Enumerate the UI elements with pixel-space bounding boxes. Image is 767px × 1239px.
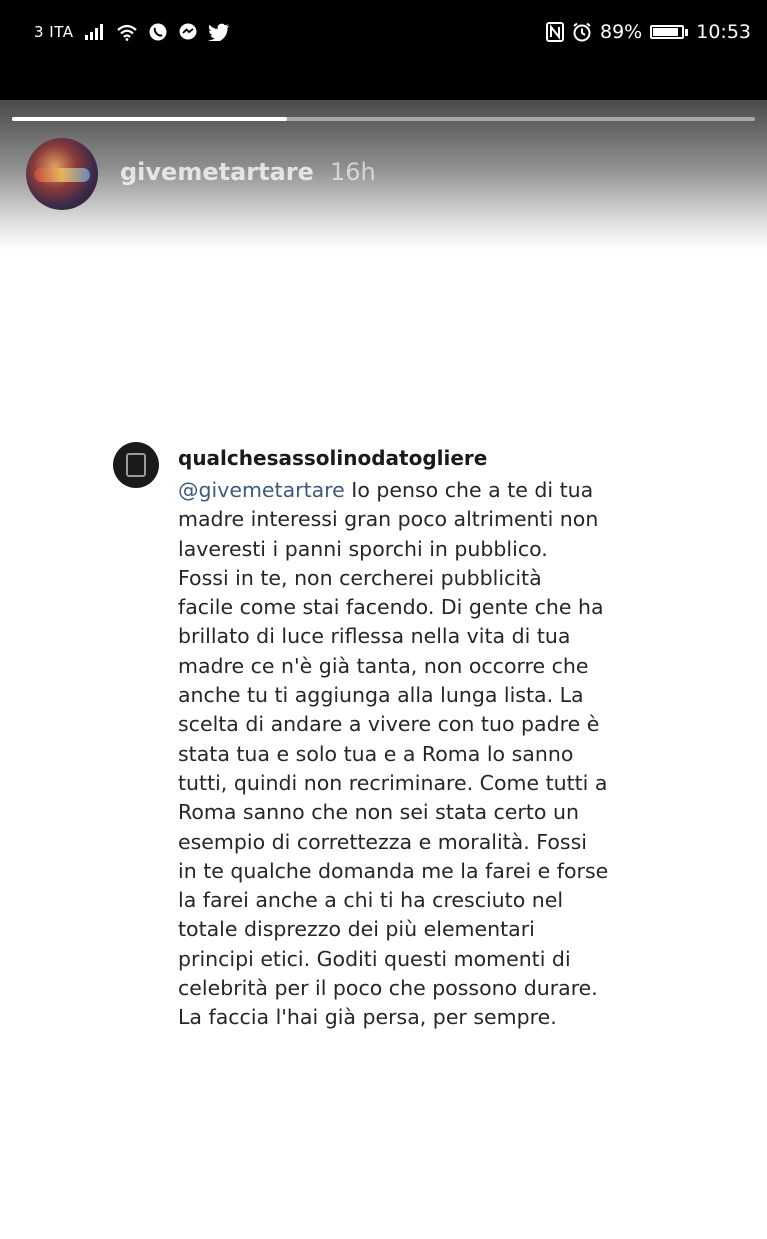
comment-line: in te qualche domanda me la farei e fors… bbox=[178, 858, 609, 883]
comment-line: celebrità per il poco che possono durare… bbox=[178, 976, 598, 1001]
status-left: 3 ITA bbox=[34, 20, 230, 44]
battery-cap bbox=[685, 28, 689, 36]
status-right: 89% 10:53 bbox=[546, 20, 751, 44]
comment-line: laveresti i panni sporchi in pubblico. bbox=[178, 536, 548, 561]
avatar-logo-icon bbox=[126, 453, 146, 477]
comment-line: Roma sanno che non sei stata certo un bbox=[178, 800, 579, 825]
comment-line: tutti, quindi non recriminare. Come tutt… bbox=[178, 770, 608, 795]
comment-line: anche tu ti aggiunga alla lunga lista. L… bbox=[178, 683, 584, 708]
status-bar: 3 ITA 89% 10:53 bbox=[0, 0, 767, 100]
battery-icon bbox=[650, 25, 685, 39]
clock: 10:53 bbox=[696, 21, 751, 43]
comment-line: facile come stai facendo. Di gente che h… bbox=[178, 595, 604, 620]
comment-line: La faccia l'hai già persa, per sempre. bbox=[178, 1005, 557, 1030]
comment-line: la farei anche a chi ti ha cresciuto nel bbox=[178, 888, 564, 913]
nfc-icon bbox=[546, 22, 564, 42]
comment-body: @givemetartare Io penso che a te di tua m… bbox=[178, 476, 678, 1033]
whatsapp-icon bbox=[148, 22, 168, 42]
battery-fill bbox=[653, 28, 678, 36]
battery-percent: 89% bbox=[600, 21, 643, 43]
comment-line: Fossi in te, non cercherei pubblicità bbox=[178, 565, 542, 590]
alarm-icon bbox=[572, 22, 592, 42]
comment-mention[interactable]: @givemetartare bbox=[178, 478, 345, 502]
comment-line: principi etici. Goditi questi momenti di bbox=[178, 946, 571, 971]
carrier-label: 3 ITA bbox=[34, 23, 74, 41]
comment-avatar bbox=[113, 442, 159, 488]
signal-icon bbox=[84, 23, 106, 41]
story-progress-bar bbox=[12, 117, 755, 121]
comment-username: qualchesassolinodatogliere bbox=[178, 446, 488, 470]
story-time: 16h bbox=[330, 158, 376, 186]
story-username[interactable]: givemetartare bbox=[120, 158, 314, 186]
story-header-gradient bbox=[0, 100, 767, 250]
comment-line: totale disprezzo dei più elementari bbox=[178, 917, 535, 942]
comment-line: scelta di andare a vivere con tuo padre … bbox=[178, 712, 600, 737]
comment-line: @givemetartare Io penso che a te di tua bbox=[178, 476, 678, 505]
story-progress-fill bbox=[12, 117, 287, 121]
comment-line: stata tua e solo tua e a Roma lo sanno bbox=[178, 741, 574, 766]
comment-line: brillato di luce riflessa nella vita di … bbox=[178, 624, 571, 649]
messenger-icon bbox=[178, 22, 198, 42]
wifi-icon bbox=[116, 23, 138, 41]
comment-line-text: Io penso che a te di tua bbox=[344, 478, 594, 502]
twitter-icon bbox=[207, 23, 230, 41]
comment-line: esempio di correttezza e moralità. Fossi bbox=[178, 829, 587, 854]
comment-line: madre interessi gran poco altrimenti non bbox=[178, 507, 599, 532]
comment-line: madre ce n'è già tanta, non occorre che bbox=[178, 653, 589, 678]
story-avatar[interactable] bbox=[26, 138, 98, 210]
